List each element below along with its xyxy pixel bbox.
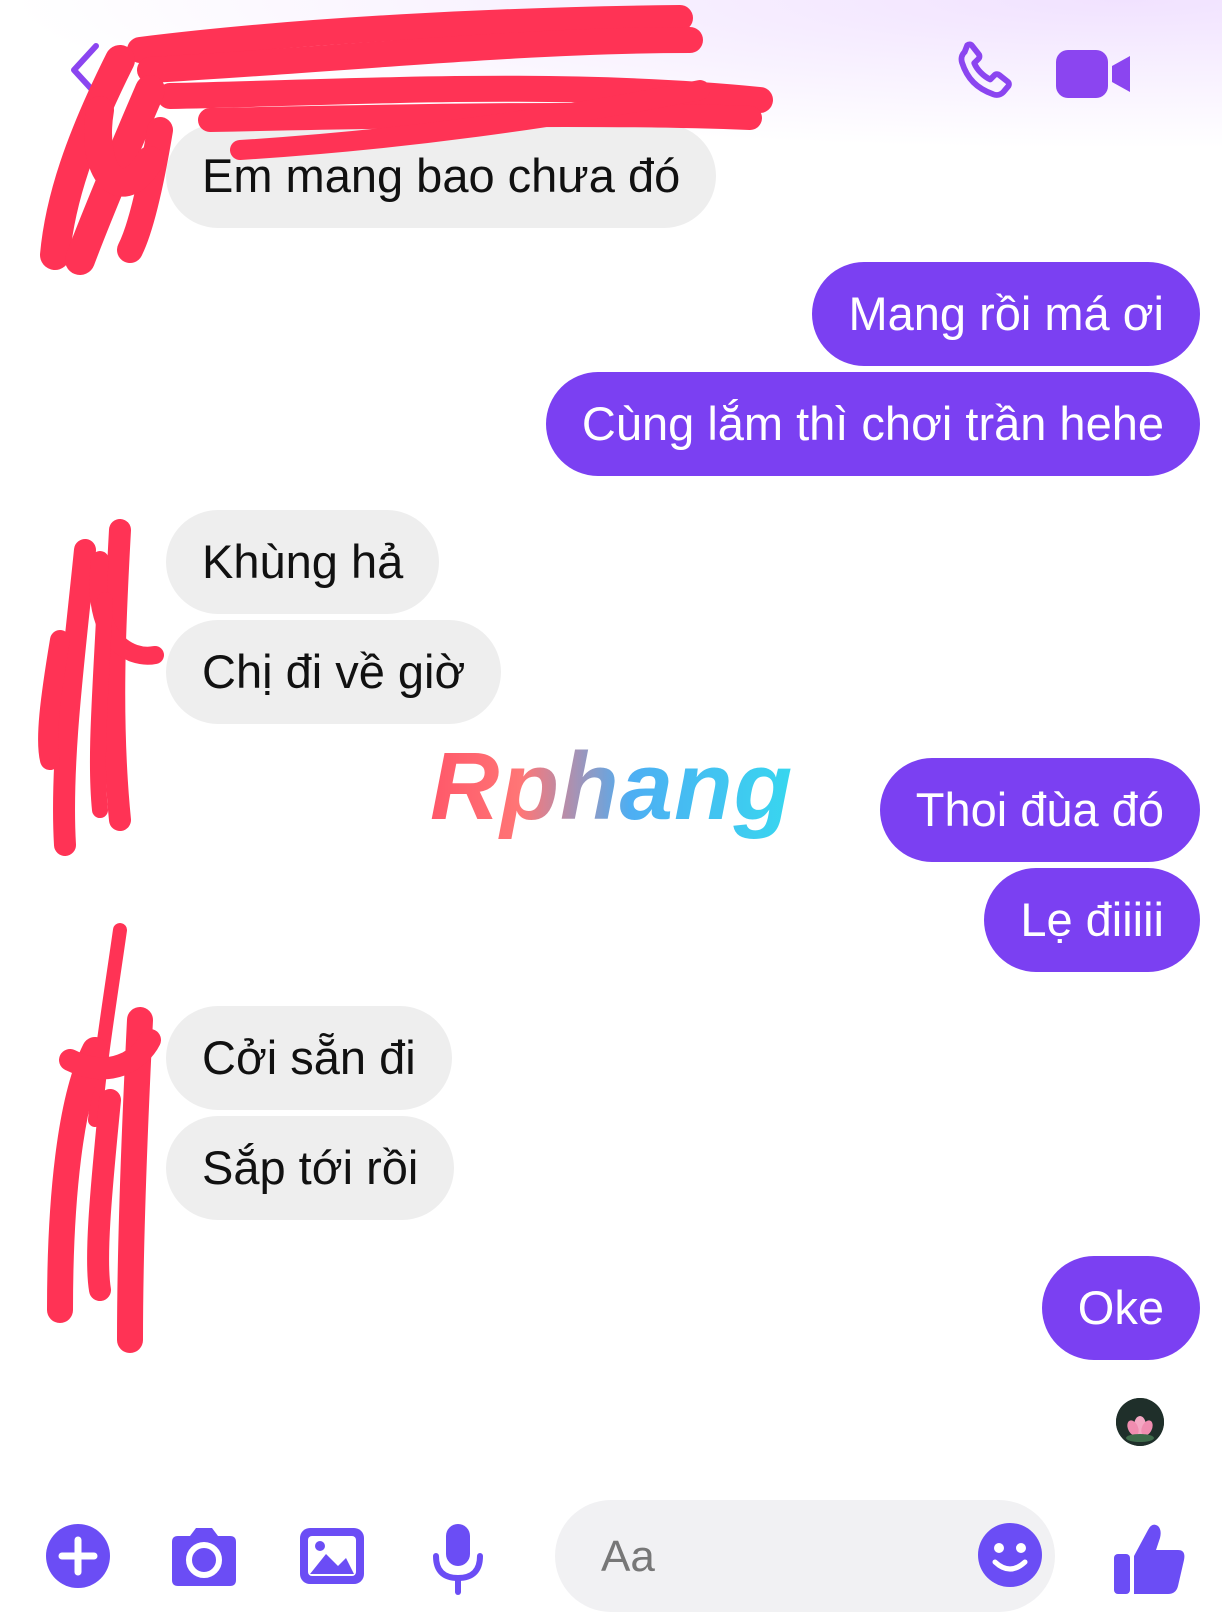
plus-circle-icon xyxy=(46,1524,110,1588)
emoji-button[interactable] xyxy=(975,1520,1045,1590)
lotus-avatar-image xyxy=(1116,1398,1164,1446)
voice-record-button[interactable] xyxy=(422,1520,494,1595)
outgoing-message: Lẹ điiiii xyxy=(984,868,1200,972)
voice-call-button[interactable] xyxy=(948,38,1018,108)
phone-icon xyxy=(958,41,1012,98)
video-call-button[interactable] xyxy=(1052,44,1136,104)
message-input[interactable] xyxy=(599,1526,943,1588)
incoming-message: Sắp tới rồi xyxy=(166,1116,455,1220)
thumbs-up-icon xyxy=(1114,1524,1185,1594)
incoming-message: Khùng hả xyxy=(166,510,440,614)
image-icon xyxy=(300,1528,364,1584)
video-camera-icon xyxy=(1056,50,1130,98)
gallery-button[interactable] xyxy=(296,1520,368,1592)
camera-button[interactable] xyxy=(166,1520,238,1592)
seen-avatar xyxy=(1116,1398,1164,1446)
like-button[interactable] xyxy=(1110,1518,1190,1598)
smiley-icon xyxy=(978,1523,1042,1587)
outgoing-message: Cùng lắm thì chơi trần hehe xyxy=(545,372,1200,476)
camera-icon xyxy=(172,1528,236,1586)
incoming-message: Cởi sẵn đi xyxy=(166,1006,452,1110)
back-button[interactable] xyxy=(62,40,112,100)
watermark-logo: Rphang xyxy=(430,733,794,840)
outgoing-message: Mang rồi má ơi xyxy=(812,262,1200,366)
outgoing-message: Thoi đùa đó xyxy=(879,758,1200,862)
incoming-message: Chị đi về giờ xyxy=(166,620,502,724)
message-composer[interactable] xyxy=(555,1500,1055,1612)
outgoing-message: Oke xyxy=(1041,1256,1200,1360)
microphone-icon xyxy=(433,1524,483,1595)
chevron-left-icon xyxy=(71,43,99,97)
add-button[interactable] xyxy=(42,1520,114,1592)
incoming-message: Em mang bao chưa đó xyxy=(166,124,717,228)
